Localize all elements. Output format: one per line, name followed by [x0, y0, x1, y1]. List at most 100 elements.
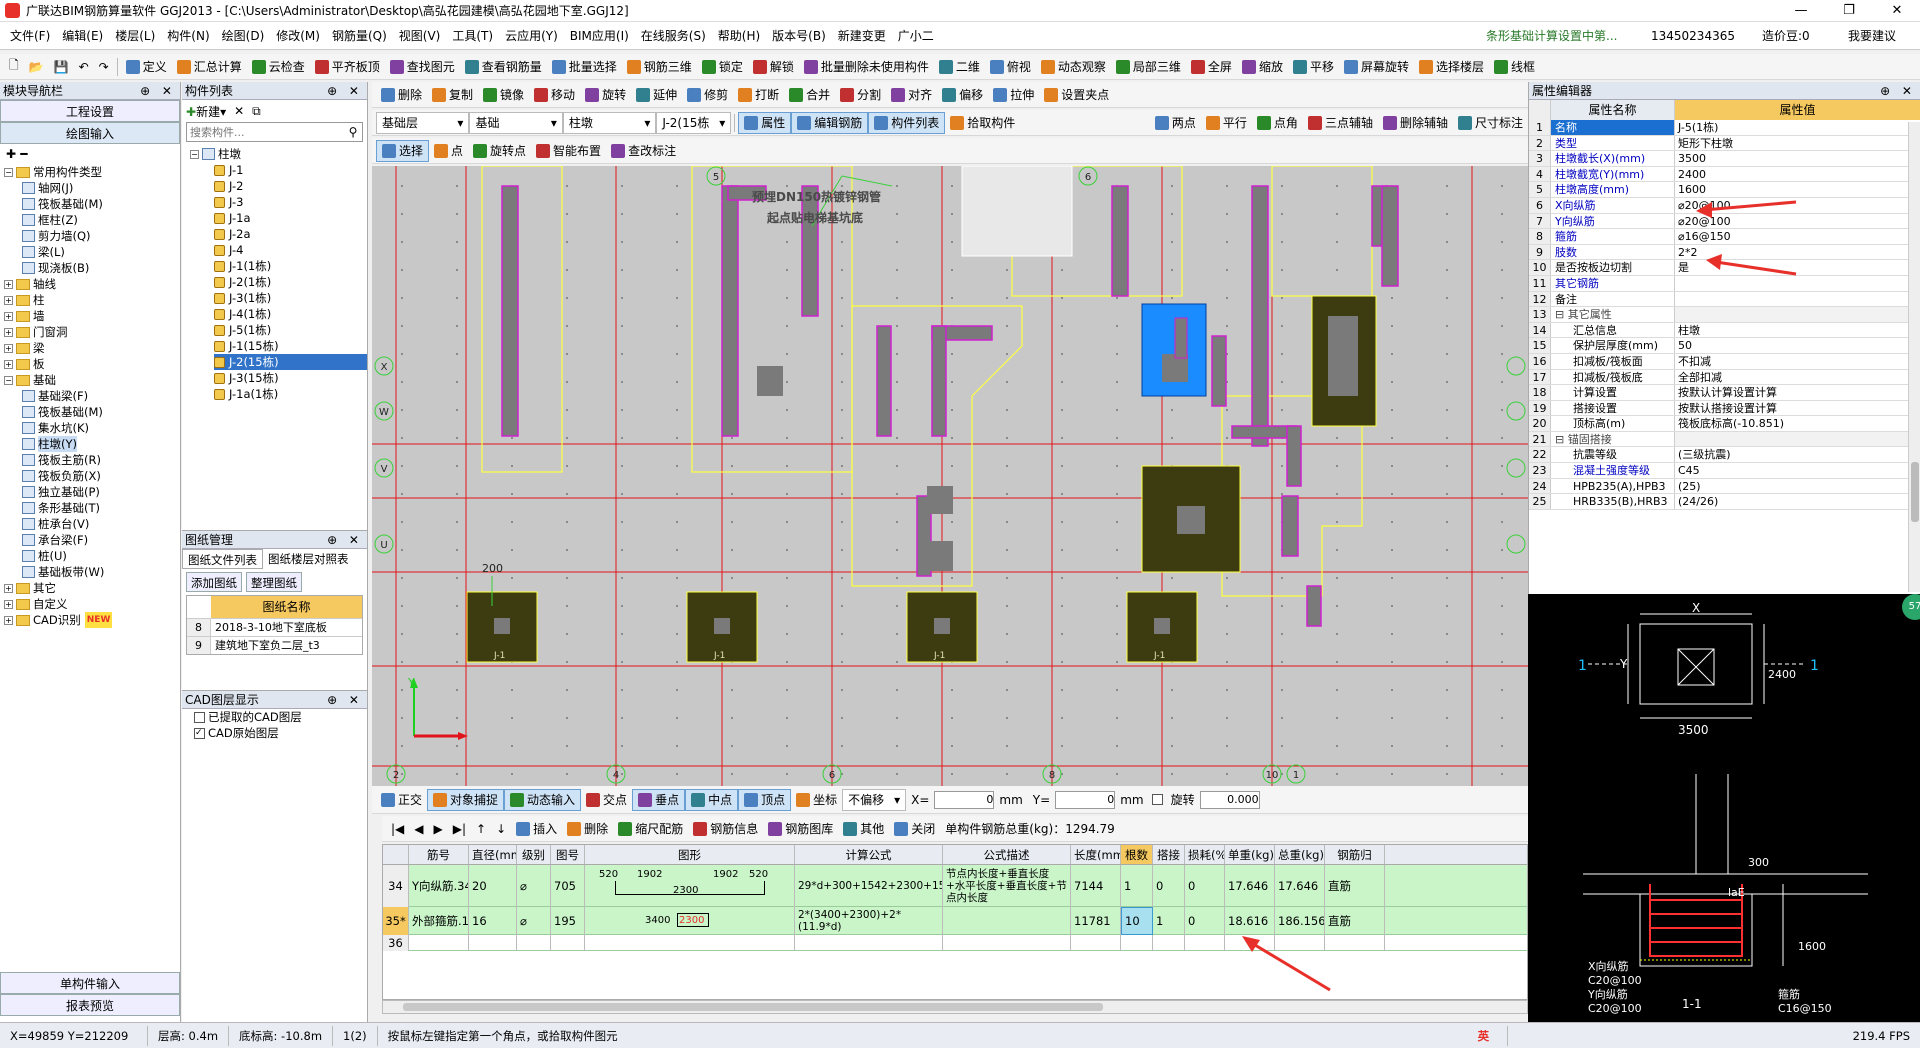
table-row[interactable]: 35* 外部箍筋.1 16 ⌀ 195 3400 2300 2*(3400+2300)+2*(…: [383, 906, 1527, 935]
main-tool-20[interactable]: 线框: [1489, 56, 1540, 78]
nav-tree-item[interactable]: + 墙: [4, 308, 180, 324]
property-value[interactable]: ⌀20@100: [1675, 198, 1920, 213]
table-cell-total_w[interactable]: 186.156: [1275, 906, 1325, 935]
axis-tool-1[interactable]: 平行: [1201, 112, 1252, 134]
main-tool-18[interactable]: 屏幕旋转: [1339, 56, 1414, 78]
main-tool-4[interactable]: 查找图元: [385, 56, 460, 78]
grid-header-cell[interactable]: 单重(kg): [1225, 845, 1275, 864]
component-list-button[interactable]: 构件列表: [868, 111, 946, 134]
table-cell-grade[interactable]: ⌀: [517, 906, 551, 935]
edit-tool-2[interactable]: 镜像: [478, 84, 529, 106]
property-row[interactable]: 2 类型 矩形下柱墩: [1529, 135, 1920, 152]
nav-tree-item[interactable]: 条形基础(T): [4, 500, 180, 516]
snap-tool-4[interactable]: 垂点: [632, 788, 686, 811]
property-value[interactable]: (三级抗震): [1675, 447, 1920, 462]
property-row[interactable]: 23 混凝土强度等级 C45: [1529, 463, 1920, 479]
grid-header-cell[interactable]: 公式描述: [943, 845, 1071, 864]
checkbox-unchecked-icon[interactable]: [194, 711, 205, 723]
main-tool-1[interactable]: 汇总计算: [172, 56, 247, 78]
nav-tree-item[interactable]: 现浇板(B): [4, 260, 180, 276]
redo-icon[interactable]: ↷: [94, 56, 114, 78]
nav-tree-item[interactable]: + CAD识别 NEW: [4, 612, 180, 628]
component-item[interactable]: J-4(1栋): [214, 306, 367, 322]
drawing-row[interactable]: 8 2018-3-10地下室底板: [187, 618, 362, 636]
menu-item-12[interactable]: 帮助(H): [712, 22, 766, 50]
property-row[interactable]: 3 柱墩截长(X)(mm) 3500: [1529, 151, 1920, 167]
property-value[interactable]: ⌀20@100: [1675, 214, 1920, 229]
main-tool-0[interactable]: 定义: [121, 56, 172, 78]
snap-tool-1[interactable]: 对象捕捉: [427, 788, 505, 811]
main-tool-13[interactable]: 动态观察: [1036, 56, 1111, 78]
property-value[interactable]: ⌀16@150: [1675, 229, 1920, 244]
main-tool-11[interactable]: 二维: [934, 56, 985, 78]
grid-header-cell[interactable]: 筋号: [409, 845, 469, 864]
expand-icon[interactable]: +: [4, 599, 13, 609]
vertical-scrollbar[interactable]: [1908, 122, 1920, 592]
tab-drawing-files[interactable]: 图纸文件列表: [182, 549, 263, 569]
last-record-button[interactable]: ▶|: [448, 818, 471, 840]
table-row[interactable]: 36: [383, 934, 1527, 951]
main-tool-7[interactable]: 钢筋三维: [622, 56, 697, 78]
edit-rebar-button[interactable]: 编辑钢筋: [791, 111, 869, 134]
add-drawing-button[interactable]: 添加图纸: [186, 572, 242, 592]
next-record-button[interactable]: ▶: [429, 818, 448, 840]
property-row[interactable]: 20 顶标高(m) 筏板底标高(-10.851): [1529, 416, 1920, 432]
menu-item-4[interactable]: 绘图(D): [216, 22, 271, 50]
main-tool-6[interactable]: 批量选择: [547, 56, 622, 78]
rebar-tool-5[interactable]: 其他: [838, 818, 889, 840]
property-value[interactable]: [1675, 431, 1920, 447]
snap-tool-6[interactable]: 顶点: [738, 788, 792, 811]
undo-icon[interactable]: ↶: [74, 56, 94, 78]
edit-tool-4[interactable]: 旋转: [580, 84, 631, 106]
axis-tool-0[interactable]: 两点: [1150, 112, 1201, 134]
edit-tool-7[interactable]: 打断: [733, 84, 784, 106]
property-value[interactable]: 矩形下柱墩: [1675, 136, 1920, 151]
property-value[interactable]: 按默认搭接设置计算: [1675, 401, 1920, 416]
property-row[interactable]: 12 备注: [1529, 291, 1920, 308]
property-value[interactable]: 50: [1675, 338, 1920, 353]
property-row[interactable]: 19 搭接设置 按默认搭接设置计算: [1529, 400, 1920, 417]
rebar-tool-6[interactable]: 关闭: [889, 818, 940, 840]
snap-tool-7[interactable]: 坐标: [791, 789, 842, 811]
tab-project-settings[interactable]: 工程设置: [0, 100, 180, 122]
move-down-button[interactable]: ↓: [491, 818, 511, 840]
menu-item-10[interactable]: BIM应用(I): [564, 22, 635, 50]
table-cell-cat[interactable]: 直筋: [1325, 906, 1385, 935]
property-row[interactable]: 13 ⊟ 其它属性: [1529, 307, 1920, 323]
panel-controls[interactable]: ⊕ ✕: [327, 82, 367, 99]
nav-tree-item[interactable]: 梁(L): [4, 244, 180, 260]
grid-header-cell[interactable]: 搭接: [1153, 845, 1185, 864]
nav-tree-item[interactable]: − 基础: [4, 372, 180, 388]
rotate-angle-input[interactable]: [1199, 790, 1260, 809]
table-cell-dia[interactable]: 20: [469, 864, 517, 907]
table-cell-formula[interactable]: 29*d+300+1542+2300+1542+29*d+300: [795, 864, 943, 907]
minimize-button[interactable]: —: [1778, 0, 1824, 22]
main-tool-3[interactable]: 平齐板顶: [310, 56, 385, 78]
edit-tool-9[interactable]: 分割: [835, 84, 886, 106]
table-cell-fig[interactable]: [551, 934, 585, 951]
nav-tree-item[interactable]: + 梁: [4, 340, 180, 356]
property-row[interactable]: 14 汇总信息 柱墩: [1529, 322, 1920, 339]
property-row[interactable]: 16 扣减板/筏板面 不扣减: [1529, 353, 1920, 370]
menu-item-15[interactable]: 广小二: [892, 22, 940, 50]
table-cell-total_w[interactable]: [1275, 934, 1325, 951]
properties-button[interactable]: 属性: [738, 111, 792, 134]
layer-select[interactable]: 基础层 ▾: [376, 111, 470, 134]
table-cell-count[interactable]: 10: [1121, 906, 1153, 935]
edit-tool-0[interactable]: 删除: [376, 84, 427, 106]
property-row[interactable]: 4 柱墩截宽(Y)(mm) 2400: [1529, 166, 1920, 183]
property-value[interactable]: J-5(1栋): [1675, 120, 1920, 135]
main-tool-9[interactable]: 解锁: [748, 56, 799, 78]
nav-tree-item[interactable]: 柱墩(Y): [4, 436, 180, 452]
table-cell-unit_w[interactable]: [1225, 934, 1275, 951]
table-cell-name[interactable]: [409, 934, 469, 951]
tab-floor-mapping[interactable]: 图纸楼层对照表: [263, 549, 354, 569]
property-value[interactable]: 2*2: [1675, 245, 1920, 260]
component-search-input[interactable]: [187, 123, 344, 141]
rebar-tool-3[interactable]: 钢筋信息: [688, 818, 763, 840]
new-file-icon[interactable]: 🗋: [4, 56, 24, 78]
table-cell-loss[interactable]: [1185, 934, 1225, 951]
table-cell-cat[interactable]: 直筋: [1325, 864, 1385, 907]
main-tool-19[interactable]: 选择楼层: [1414, 56, 1489, 78]
expand-icon[interactable]: +: [4, 295, 13, 305]
